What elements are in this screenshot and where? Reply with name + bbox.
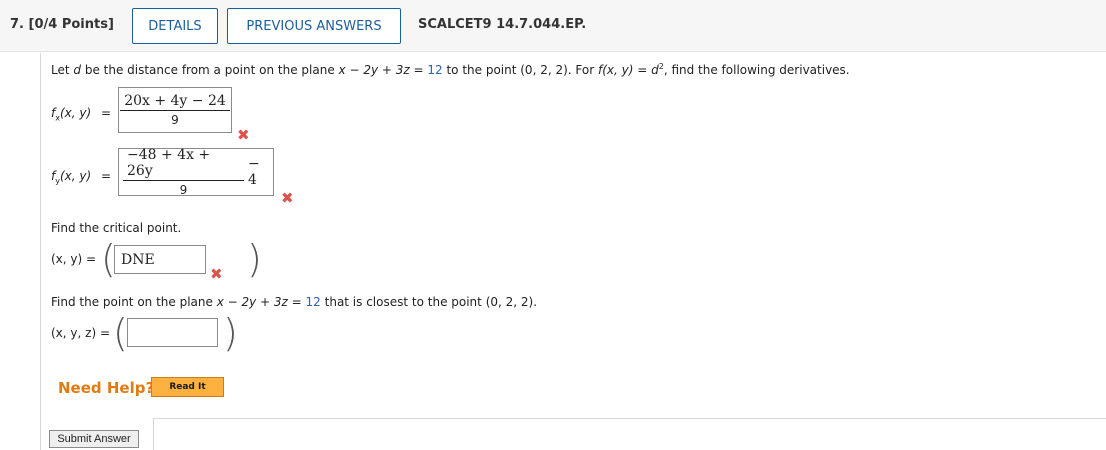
read-it-button[interactable]: Read It bbox=[151, 377, 224, 397]
side-panel bbox=[153, 418, 1106, 450]
fx-label: fx(x, y) = bbox=[51, 106, 112, 123]
question-number: 7. [0/4 Points] bbox=[10, 17, 114, 32]
previous-answers-button[interactable]: PREVIOUS ANSWERS bbox=[227, 8, 401, 44]
closest-point-prompt: Find the point on the plane x − 2y + 3z … bbox=[51, 295, 538, 309]
closest-point-field[interactable] bbox=[127, 318, 218, 347]
closest-point-label: (x, y, z) = bbox=[51, 326, 110, 340]
incorrect-x-mark-icon: ✖ bbox=[210, 265, 223, 283]
fy-label: fy(x, y) = bbox=[51, 169, 112, 186]
fy-answer-field[interactable]: −48 + 4x + 26y 9 − 4 bbox=[118, 147, 274, 197]
critical-point-field[interactable]: DNE bbox=[114, 245, 206, 274]
need-help-label: Need Help? bbox=[58, 379, 155, 397]
question-header: 7. [0/4 Points] DETAILS PREVIOUS ANSWERS… bbox=[0, 0, 1106, 52]
problem-statement: Let d be the distance from a point on th… bbox=[51, 62, 850, 77]
submit-answer-button[interactable]: Submit Answer bbox=[49, 430, 139, 448]
left-paren: ( bbox=[113, 311, 128, 355]
problem-code: SCALCET9 14.7.044.EP. bbox=[418, 17, 587, 32]
incorrect-x-mark-icon: ✖ bbox=[237, 126, 250, 144]
right-paren: ) bbox=[223, 311, 238, 355]
details-button[interactable]: DETAILS bbox=[132, 8, 218, 44]
incorrect-x-mark-icon: ✖ bbox=[281, 189, 294, 207]
right-paren: ) bbox=[247, 237, 262, 281]
fx-answer-field[interactable]: 20x + 4y − 24 9 bbox=[118, 87, 232, 133]
critical-point-prompt: Find the critical point. bbox=[51, 221, 182, 235]
critical-point-label: (x, y) = bbox=[51, 252, 97, 266]
